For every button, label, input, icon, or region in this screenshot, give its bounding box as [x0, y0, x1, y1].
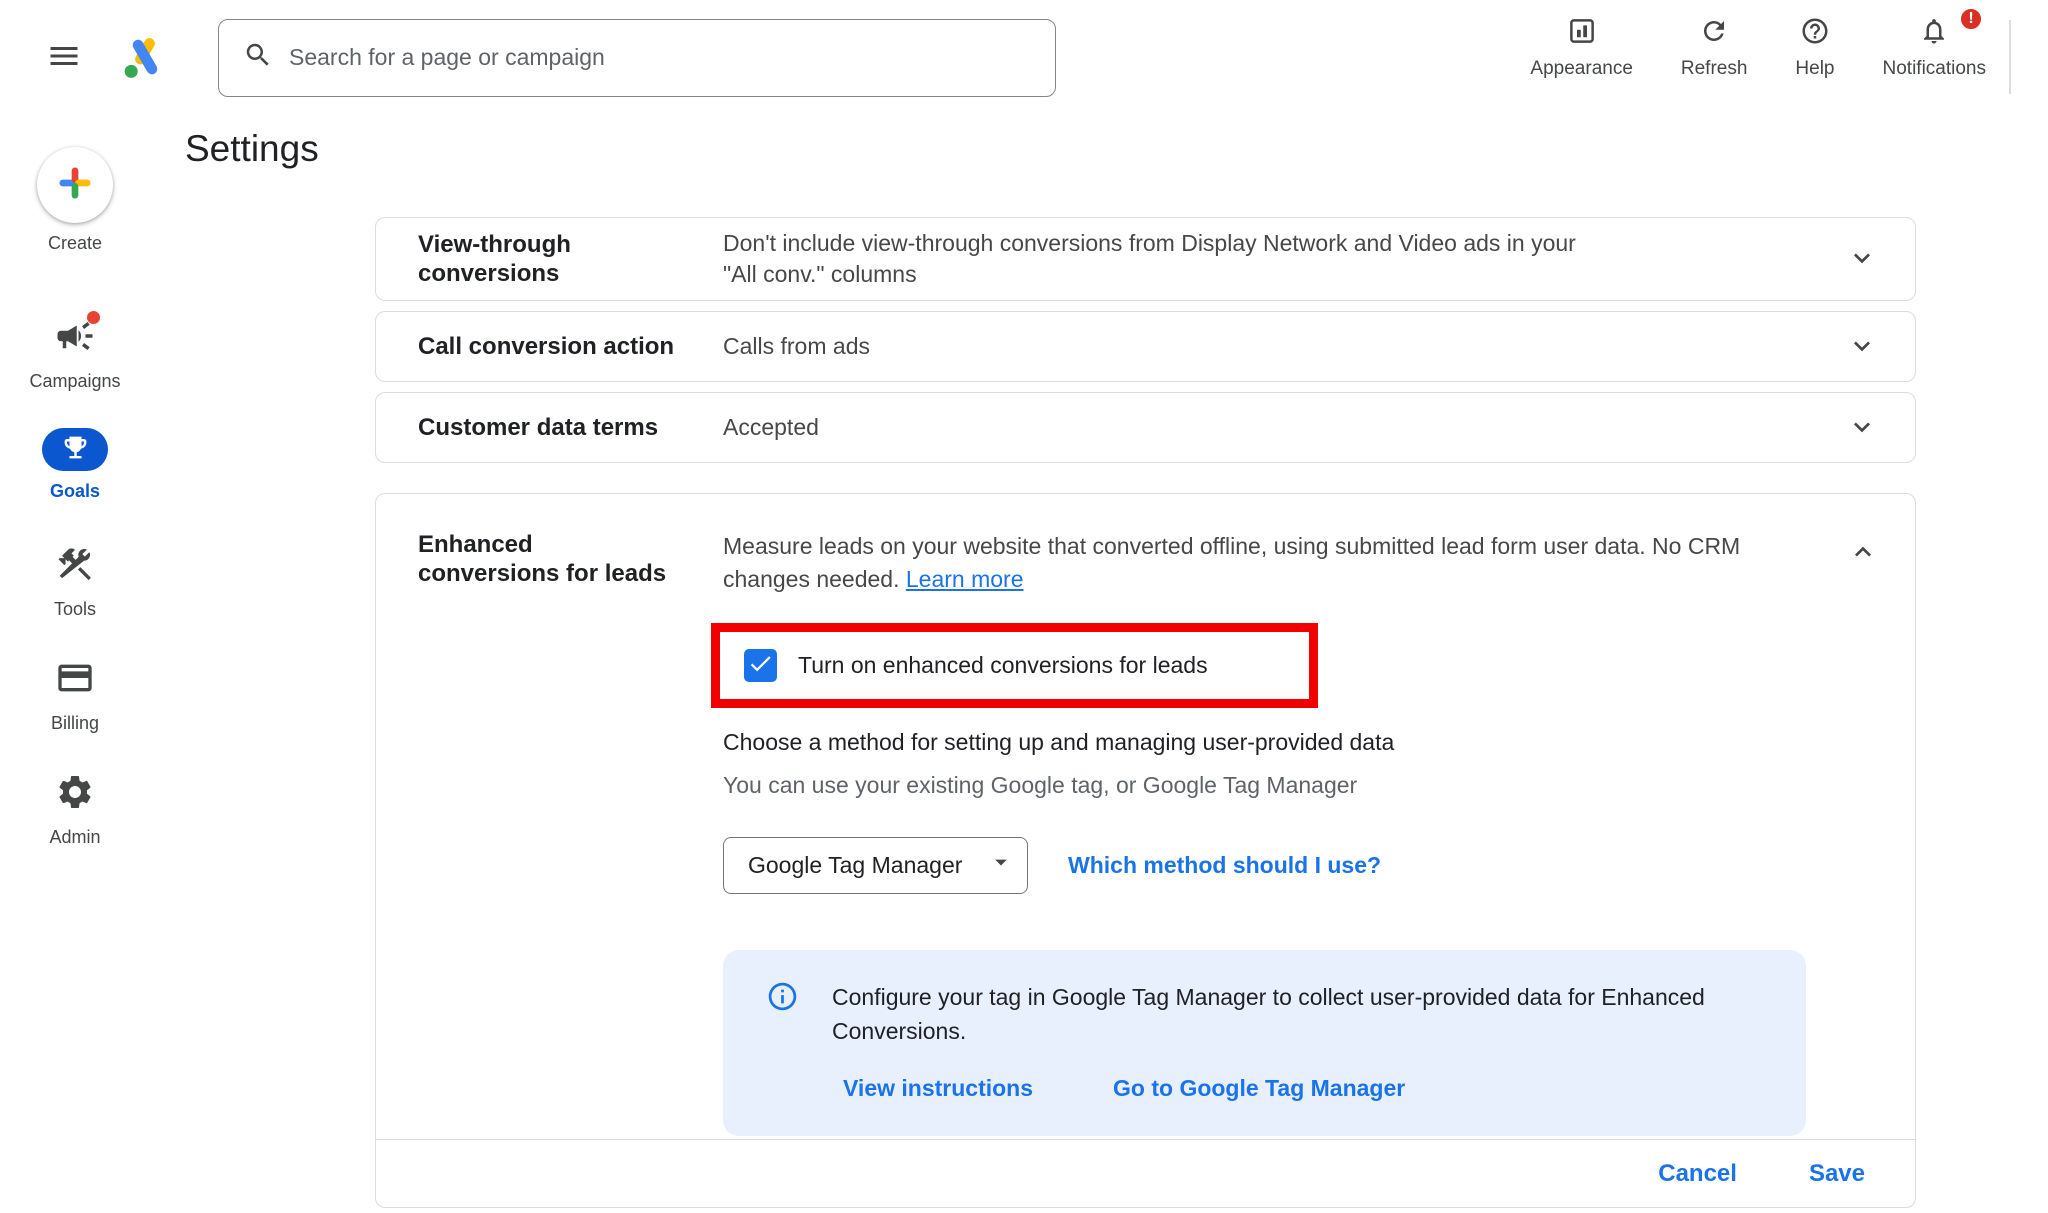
- credit-card-icon: [55, 658, 95, 703]
- info-icon: [766, 980, 799, 1049]
- enhanced-conversions-panel: Enhanced conversions for leads Measure l…: [375, 493, 1916, 1208]
- settings-list: View-through conversions Don't include v…: [375, 217, 1916, 1208]
- sidebar-label-billing: Billing: [51, 713, 99, 734]
- sidebar-item-admin[interactable]: Admin: [0, 771, 150, 848]
- chevron-up-icon[interactable]: [1846, 536, 1880, 570]
- sidebar-item-create[interactable]: Create: [0, 147, 150, 254]
- sidebar-label-goals: Goals: [50, 481, 100, 502]
- select-value: Google Tag Manager: [748, 852, 962, 879]
- row-value: Accepted: [723, 412, 1845, 443]
- cancel-button[interactable]: Cancel: [1658, 1160, 1737, 1188]
- main-menu-button[interactable]: [44, 38, 84, 78]
- appearance-button[interactable]: Appearance: [1530, 16, 1632, 80]
- setting-row-customer-data-terms[interactable]: Customer data terms Accepted: [375, 392, 1916, 463]
- top-bar: Appearance Refresh Help ! Notifications: [0, 0, 2048, 115]
- hamburger-icon: [46, 62, 82, 77]
- refresh-label: Refresh: [1681, 58, 1748, 80]
- bell-icon: [1919, 16, 1949, 49]
- checkmark-icon: [747, 650, 774, 680]
- search-box: [218, 19, 1056, 97]
- search-input[interactable]: [289, 44, 1055, 71]
- chevron-down-icon[interactable]: [1845, 242, 1879, 276]
- highlight-box: Turn on enhanced conversions for leads: [711, 623, 1318, 708]
- method-subtext: You can use your existing Google tag, or…: [723, 772, 1806, 799]
- sidebar-label-campaigns: Campaigns: [29, 371, 120, 392]
- notifications-label: Notifications: [1883, 58, 1987, 80]
- dropdown-arrow-icon: [987, 848, 1015, 882]
- chevron-down-icon[interactable]: [1845, 330, 1879, 364]
- create-button[interactable]: [37, 147, 113, 223]
- sidebar-item-billing[interactable]: Billing: [0, 657, 150, 734]
- help-icon: [1800, 16, 1830, 49]
- chevron-down-icon[interactable]: [1845, 411, 1879, 445]
- panel-description: Measure leads on your website that conve…: [723, 530, 1806, 597]
- goals-selected-pill: [42, 428, 108, 471]
- checkbox-label[interactable]: Turn on enhanced conversions for leads: [798, 652, 1208, 679]
- topbar-actions: Appearance Refresh Help ! Notifications: [1530, 16, 1986, 80]
- help-button[interactable]: Help: [1795, 16, 1834, 80]
- trophy-icon: [61, 433, 90, 467]
- row-label: Call conversion action: [418, 332, 723, 361]
- sidebar-label-tools: Tools: [54, 599, 96, 620]
- campaigns-alert-dot: [87, 311, 100, 324]
- view-instructions-link[interactable]: View instructions: [843, 1075, 1033, 1102]
- panel-label: Enhanced conversions for leads: [418, 530, 723, 1139]
- help-label: Help: [1795, 58, 1834, 80]
- row-value: Calls from ads: [723, 331, 1845, 362]
- appearance-icon: [1567, 16, 1597, 49]
- sidebar-item-goals[interactable]: Goals: [0, 428, 150, 502]
- page-title: Settings: [185, 128, 319, 170]
- gear-icon: [55, 772, 95, 817]
- setting-row-call-conversion-action[interactable]: Call conversion action Calls from ads: [375, 311, 1916, 382]
- sidebar-item-tools[interactable]: Tools: [0, 543, 150, 620]
- row-label: Customer data terms: [418, 413, 723, 442]
- learn-more-link[interactable]: Learn more: [906, 566, 1024, 592]
- which-method-link[interactable]: Which method should I use?: [1068, 852, 1381, 879]
- info-box: Configure your tag in Google Tag Manager…: [723, 950, 1806, 1136]
- sidebar-label-admin: Admin: [49, 827, 100, 848]
- sidebar-label-create: Create: [48, 233, 102, 254]
- topbar-divider: [2009, 20, 2011, 94]
- notification-badge: !: [1958, 6, 1984, 32]
- search-icon: [243, 40, 273, 75]
- sidebar: Create Campaigns Goals Tools: [0, 115, 150, 1213]
- enhanced-conversions-checkbox[interactable]: [744, 649, 777, 682]
- tag-method-select[interactable]: Google Tag Manager: [723, 837, 1028, 894]
- tools-icon: [55, 544, 95, 589]
- sidebar-item-campaigns[interactable]: Campaigns: [0, 315, 150, 392]
- save-button[interactable]: Save: [1809, 1160, 1865, 1188]
- method-heading: Choose a method for setting up and manag…: [723, 729, 1806, 756]
- panel-footer: Cancel Save: [376, 1139, 1915, 1207]
- row-value: Don't include view-through conversions f…: [723, 228, 1845, 290]
- refresh-button[interactable]: Refresh: [1681, 16, 1748, 80]
- go-to-gtm-link[interactable]: Go to Google Tag Manager: [1113, 1075, 1405, 1102]
- info-text: Configure your tag in Google Tag Manager…: [832, 980, 1705, 1049]
- plus-icon: [55, 163, 95, 208]
- notifications-button[interactable]: ! Notifications: [1883, 16, 1987, 80]
- setting-row-view-through-conversions[interactable]: View-through conversions Don't include v…: [375, 217, 1916, 301]
- row-label: View-through conversions: [418, 230, 723, 289]
- google-ads-logo[interactable]: [122, 35, 168, 81]
- refresh-icon: [1699, 16, 1729, 49]
- appearance-label: Appearance: [1530, 58, 1632, 80]
